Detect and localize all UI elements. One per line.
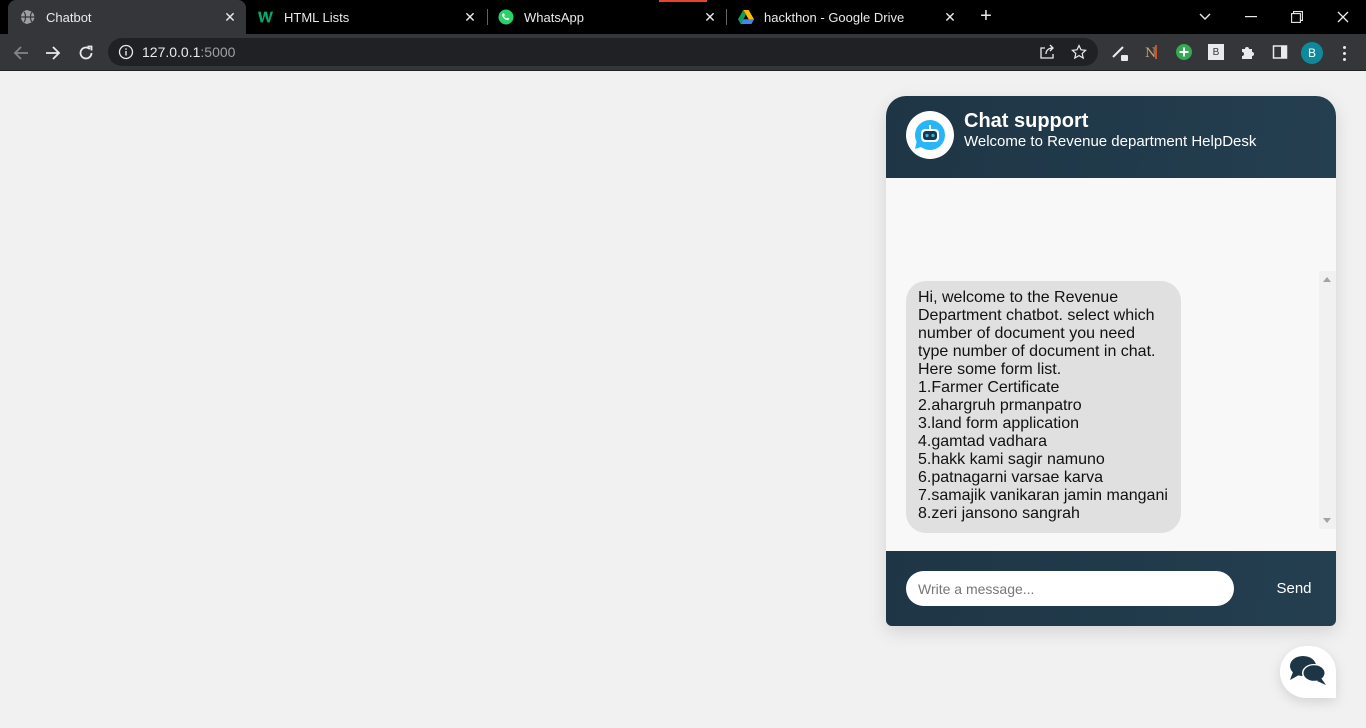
address-url: 127.0.0.1:5000 — [142, 44, 235, 60]
url-port: :5000 — [200, 44, 236, 60]
close-window-button[interactable] — [1320, 0, 1366, 34]
restore-button[interactable] — [1274, 0, 1320, 34]
forward-button[interactable] — [40, 40, 66, 66]
scroll-down-arrow-icon[interactable] — [1323, 518, 1331, 523]
chat-title: Chat support — [964, 110, 1089, 132]
share-icon[interactable] — [1038, 43, 1056, 61]
message-input[interactable] — [906, 571, 1234, 606]
message-line: 7.samajik vanikaran jamin mangani — [918, 487, 1168, 504]
back-button[interactable] — [8, 40, 34, 66]
add-extension-icon[interactable] — [1174, 42, 1194, 62]
bot-message-bubble: Hi, welcome to the Revenue Department ch… — [906, 281, 1181, 533]
browser-menu-icon[interactable] — [1336, 42, 1352, 64]
address-bar[interactable]: 127.0.0.1:5000 — [108, 38, 1098, 66]
tab-google-drive[interactable]: hackthon - Google Drive ✕ — [726, 0, 966, 34]
b-extension-icon[interactable]: B — [1206, 42, 1226, 62]
tab-chatbot[interactable]: Chatbot ✕ — [8, 0, 246, 34]
profile-avatar[interactable]: B — [1301, 42, 1323, 64]
message-line: Here some form list. — [918, 361, 1062, 378]
w3schools-icon — [258, 9, 274, 25]
close-tab-icon[interactable]: ✕ — [942, 9, 958, 25]
b-extension-badge: B — [1208, 44, 1224, 60]
message-line: 5.hakk kami sagir namuno — [918, 451, 1105, 468]
whatsapp-icon — [498, 9, 514, 25]
globe-icon — [20, 9, 36, 25]
messages-scrollbar[interactable] — [1319, 271, 1336, 529]
chat-messages[interactable]: Hi, welcome to the Revenue Department ch… — [886, 178, 1336, 551]
extensions-puzzle-icon[interactable] — [1238, 42, 1258, 62]
bookmark-star-icon[interactable] — [1070, 43, 1088, 61]
send-button[interactable]: Send — [1262, 571, 1326, 606]
new-tab-button[interactable]: + — [976, 6, 996, 27]
minimize-button[interactable] — [1228, 0, 1274, 34]
reload-button[interactable] — [73, 40, 99, 66]
message-line: Hi, welcome to the Revenue — [918, 289, 1119, 306]
chatbox: Chat support Welcome to Revenue departme… — [886, 96, 1336, 626]
message-line: 8.zeri jansono sangrah — [918, 505, 1080, 522]
tab-title: hackthon - Google Drive — [764, 9, 905, 25]
chat-header: Chat support Welcome to Revenue departme… — [886, 96, 1336, 178]
tab-title: WhatsApp — [524, 9, 584, 25]
close-tab-icon[interactable]: ✕ — [222, 9, 238, 25]
message-line: number of document you need — [918, 325, 1136, 342]
chat-subtitle: Welcome to Revenue department HelpDesk — [964, 133, 1257, 150]
close-tab-icon[interactable]: ✕ — [702, 9, 718, 25]
tab-whatsapp[interactable]: WhatsApp ✕ — [486, 0, 726, 34]
message-line: 2.ahargruh prmanpatro — [918, 397, 1082, 414]
tab-title: HTML Lists — [284, 9, 350, 25]
message-line: 1.Farmer Certificate — [918, 379, 1060, 396]
url-host: 127.0.0.1 — [142, 44, 201, 60]
browser-tab-strip: Chatbot ✕ HTML Lists ✕ WhatsApp ✕ hackth… — [0, 0, 1366, 34]
side-panel-icon[interactable] — [1270, 42, 1290, 62]
message-line: type number of document in chat. — [918, 343, 1156, 360]
robot-icon — [906, 111, 954, 159]
message-line: 6.patnagarni varsae karva — [918, 469, 1103, 486]
tab-title: Chatbot — [46, 9, 92, 25]
notion-extension-icon[interactable]: N — [1143, 42, 1163, 62]
browser-toolbar: 127.0.0.1:5000 N B B — [0, 34, 1366, 71]
google-drive-icon — [738, 9, 754, 25]
message-line: Department chatbot. select which — [918, 307, 1155, 324]
site-info-icon[interactable] — [118, 44, 134, 60]
message-line: 4.gamtad vadhara — [918, 433, 1047, 450]
chat-toggle-button[interactable] — [1280, 646, 1336, 698]
comments-icon — [1289, 654, 1327, 691]
chat-footer: Send — [886, 551, 1336, 626]
message-line: 3.land form application — [918, 415, 1079, 432]
tab-search-chevron-icon[interactable] — [1182, 0, 1228, 34]
tab-html-lists[interactable]: HTML Lists ✕ — [246, 0, 486, 34]
pen-extension-icon[interactable] — [1110, 42, 1130, 62]
scroll-up-arrow-icon[interactable] — [1323, 277, 1331, 282]
svg-text:N: N — [1145, 46, 1156, 61]
close-tab-icon[interactable]: ✕ — [462, 9, 478, 25]
